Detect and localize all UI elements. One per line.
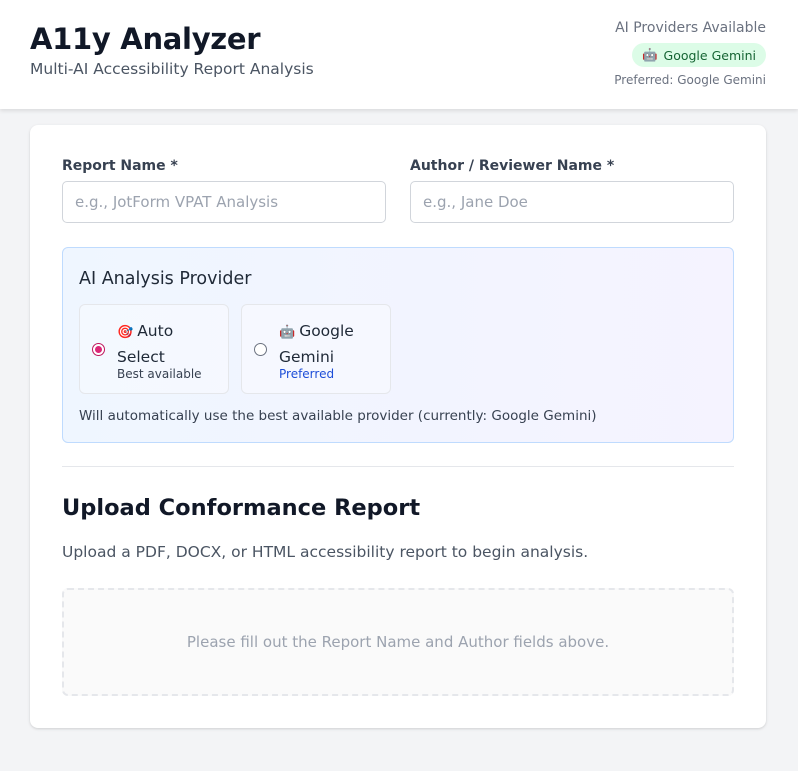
robot-icon: 🤖 bbox=[641, 47, 658, 62]
auto-select-title: 🎯 Auto Select bbox=[117, 319, 217, 369]
auto-select-radio[interactable] bbox=[92, 343, 105, 356]
providers-panel: AI Providers Available 🤖 Google Gemini P… bbox=[614, 19, 766, 87]
upload-dropzone[interactable]: Please fill out the Report Name and Auth… bbox=[62, 588, 734, 696]
report-name-label: Report Name * bbox=[62, 158, 178, 174]
author-label: Author / Reviewer Name * bbox=[410, 158, 615, 174]
author-input[interactable] bbox=[410, 181, 734, 223]
preferred-provider-text: Preferred: Google Gemini bbox=[614, 73, 766, 87]
upload-description: Upload a PDF, DOCX, or HTML accessibilit… bbox=[62, 543, 589, 561]
robot-icon: 🤖 bbox=[279, 325, 296, 340]
gemini-radio[interactable] bbox=[254, 343, 267, 356]
main-card: Report Name * Author / Reviewer Name * A… bbox=[30, 125, 766, 728]
provider-badge: 🤖 Google Gemini bbox=[631, 43, 766, 67]
ai-provider-panel: AI Analysis Provider 🎯 Auto Select Best a… bbox=[62, 247, 734, 443]
provider-badge-label: Google Gemini bbox=[663, 47, 756, 63]
providers-title: AI Providers Available bbox=[615, 20, 766, 36]
provider-option-gemini[interactable]: 🤖 Google Gemini Preferred bbox=[241, 304, 391, 394]
section-divider bbox=[62, 466, 734, 467]
provider-option-auto[interactable]: 🎯 Auto Select Best available bbox=[79, 304, 229, 394]
ai-provider-title: AI Analysis Provider bbox=[79, 269, 252, 289]
auto-select-sub: Best available bbox=[117, 367, 202, 381]
gemini-title: 🤖 Google Gemini bbox=[279, 319, 379, 369]
target-icon: 🎯 bbox=[117, 325, 134, 340]
gemini-sub: Preferred bbox=[279, 367, 335, 381]
dropzone-message: Please fill out the Report Name and Auth… bbox=[186, 633, 610, 651]
app-header: A11y Analyzer Multi-AI Accessibility Rep… bbox=[0, 0, 798, 109]
app-title: A11y Analyzer bbox=[30, 22, 261, 56]
provider-note: Will automatically use the best availabl… bbox=[79, 408, 597, 424]
app-subtitle: Multi-AI Accessibility Report Analysis bbox=[30, 60, 314, 78]
report-name-input[interactable] bbox=[62, 181, 386, 223]
upload-title: Upload Conformance Report bbox=[62, 495, 421, 521]
